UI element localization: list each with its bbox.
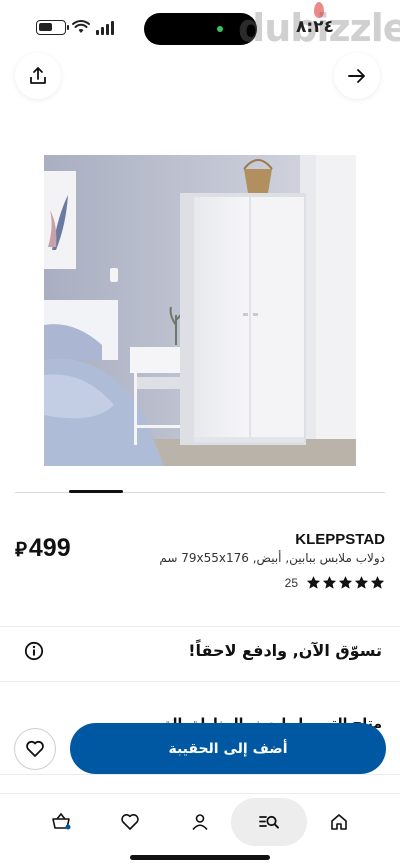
home-indicator (130, 855, 270, 860)
signal-icon (96, 20, 116, 35)
star-icon (338, 576, 353, 589)
star-icon (322, 576, 337, 589)
star-icon (370, 576, 385, 589)
rating-count: 25 (284, 575, 298, 590)
rating-stars (306, 575, 385, 590)
status-time: ٨:٢٤ (296, 17, 334, 37)
add-to-bag-button[interactable]: أضف إلى الحقيبة (70, 723, 386, 774)
nav-favourites[interactable] (101, 798, 159, 846)
heart-icon (26, 740, 44, 757)
star-icon (306, 576, 321, 589)
price-amount: 499 (28, 534, 71, 562)
arrow-right-icon (348, 69, 365, 83)
share-icon (30, 67, 46, 84)
next-button[interactable] (334, 53, 380, 99)
share-button[interactable] (15, 53, 61, 99)
nav-home[interactable] (310, 798, 368, 846)
product-description: دولاب ملابس ببابين, أبيض, 79x55x176 سم (159, 551, 385, 565)
bnpl-text: تسوّق الآن, وادفع لاحقاً! (188, 641, 382, 660)
product-price: ⃁ 499 (15, 534, 71, 563)
basket-icon (52, 812, 71, 830)
divider (0, 774, 400, 775)
status-bar: dubizzle ٨:٢٤ (0, 0, 400, 58)
person-icon (192, 814, 208, 831)
wardrobe-photo (44, 155, 356, 466)
wishlist-button[interactable] (14, 728, 56, 770)
bnpl-banner[interactable]: تسوّق الآن, وادفع لاحقاً! (0, 626, 400, 680)
bottom-nav (0, 793, 400, 851)
home-icon (331, 814, 347, 830)
product-rating[interactable]: 25 (285, 575, 385, 590)
battery-icon (36, 20, 69, 35)
wifi-icon (72, 20, 90, 33)
star-icon (354, 576, 369, 589)
heart-icon (121, 814, 139, 830)
divider (0, 681, 400, 682)
currency-symbol: ⃁ (15, 537, 27, 561)
product-brand: KLEPPSTAD (295, 531, 385, 548)
search-list-icon (259, 815, 279, 829)
carousel-active-indicator (69, 490, 123, 493)
nav-search[interactable] (231, 798, 307, 846)
nav-profile[interactable] (171, 798, 229, 846)
nav-cart[interactable] (32, 798, 90, 846)
product-image[interactable] (44, 155, 356, 466)
info-icon[interactable] (24, 641, 44, 661)
add-to-bag-bar: أضف إلى الحقيبة (0, 720, 400, 778)
